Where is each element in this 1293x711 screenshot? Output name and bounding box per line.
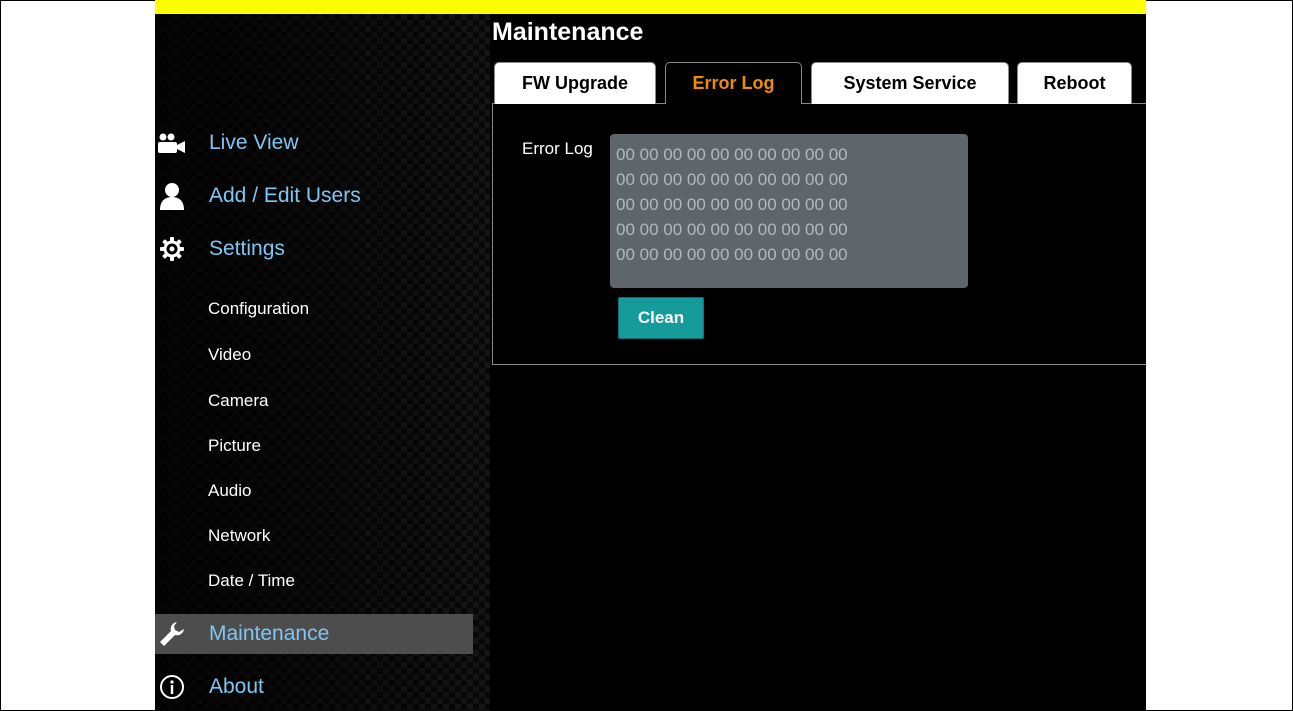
sidebar-item-network[interactable]: Network <box>208 524 270 548</box>
sidebar-item-video[interactable]: Video <box>208 343 251 367</box>
sidebar-item-live-view[interactable]: Live View <box>155 123 475 163</box>
highlight-strip <box>155 0 1146 14</box>
gear-icon <box>157 234 187 264</box>
user-icon <box>157 181 187 211</box>
sidebar-item-date-time[interactable]: Date / Time <box>208 569 295 593</box>
web-ui: Live View Add / Edit Users Settings Conf… <box>155 14 1146 711</box>
wrench-icon <box>157 619 187 649</box>
sidebar-item-label: Add / Edit Users <box>209 184 361 207</box>
sidebar-item-add-edit-users[interactable]: Add / Edit Users <box>155 176 475 216</box>
sidebar: Live View Add / Edit Users Settings Conf… <box>155 14 490 711</box>
error-log-label: Error Log <box>522 139 593 158</box>
tab-fw-upgrade[interactable]: FW Upgrade <box>494 62 656 104</box>
log-line: 00 00 00 00 00 00 00 00 00 00 <box>616 170 848 189</box>
sidebar-item-camera[interactable]: Camera <box>208 389 268 413</box>
sidebar-item-label: About <box>209 675 264 698</box>
sidebar-item-maintenance[interactable]: Maintenance <box>155 614 473 654</box>
sidebar-item-configuration[interactable]: Configuration <box>208 297 309 321</box>
error-log-panel: Error Log 00 00 00 00 00 00 00 00 00 00 … <box>492 103 1146 365</box>
log-line: 00 00 00 00 00 00 00 00 00 00 <box>616 220 848 239</box>
log-line: 00 00 00 00 00 00 00 00 00 00 <box>616 245 848 264</box>
sidebar-item-about[interactable]: About <box>155 667 475 707</box>
info-icon <box>157 672 187 702</box>
error-log-box[interactable]: 00 00 00 00 00 00 00 00 00 00 00 00 00 0… <box>610 134 968 288</box>
sidebar-item-settings[interactable]: Settings <box>155 229 475 269</box>
tab-system-service[interactable]: System Service <box>811 62 1009 104</box>
tab-reboot[interactable]: Reboot <box>1017 62 1132 104</box>
clean-button[interactable]: Clean <box>618 297 704 339</box>
sidebar-item-label: Live View <box>209 131 299 154</box>
video-camera-icon <box>157 128 187 158</box>
page-title: Maintenance <box>492 18 644 46</box>
tab-error-log[interactable]: Error Log <box>665 62 802 104</box>
sidebar-item-picture[interactable]: Picture <box>208 434 261 458</box>
log-line: 00 00 00 00 00 00 00 00 00 00 <box>616 145 848 164</box>
log-line: 00 00 00 00 00 00 00 00 00 00 <box>616 195 848 214</box>
sidebar-item-label: Maintenance <box>209 622 330 645</box>
sidebar-item-audio[interactable]: Audio <box>208 479 251 503</box>
sidebar-item-label: Settings <box>209 237 285 260</box>
